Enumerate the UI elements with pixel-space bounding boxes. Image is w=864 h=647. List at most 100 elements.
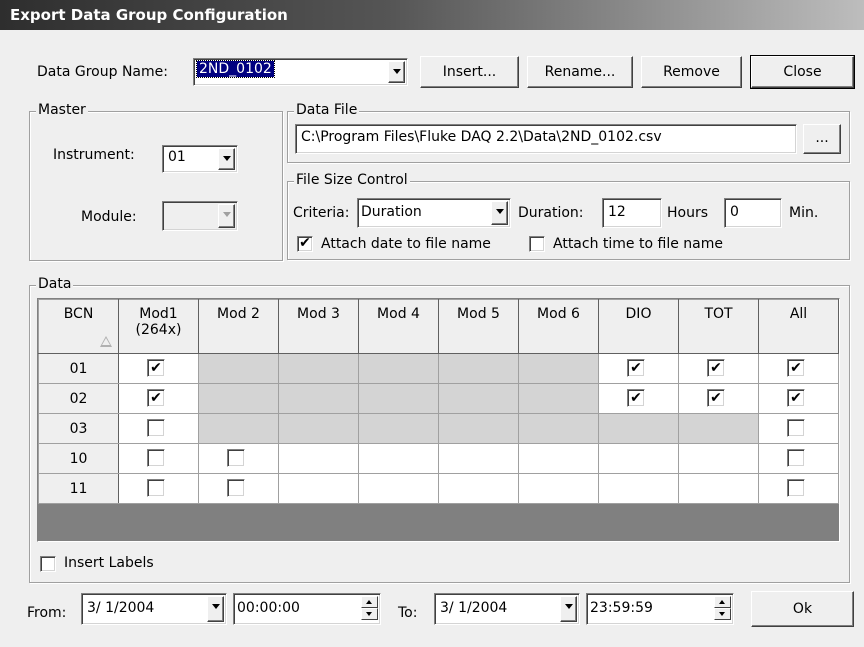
minutes-input[interactable]: 0 [724, 198, 782, 228]
column-header[interactable]: Mod 5 [438, 299, 519, 354]
grid-cell [678, 413, 759, 444]
grid-checkbox[interactable] [787, 419, 805, 437]
grid-checkbox[interactable] [227, 479, 245, 497]
grid-cell[interactable] [598, 473, 679, 504]
master-group: Master [29, 102, 283, 261]
ok-button[interactable]: Ok [751, 591, 854, 627]
column-header[interactable]: Mod 6 [518, 299, 599, 354]
grid-cell[interactable] [198, 473, 279, 504]
data-file-path-input[interactable]: C:\Program Files\Fluke DAQ 2.2\Data\2ND_… [295, 124, 797, 154]
grid-checkbox[interactable]: ✔ [147, 359, 165, 377]
column-header[interactable]: Mod 4 [358, 299, 439, 354]
attach-time-checkbox[interactable] [529, 236, 545, 252]
data-group-name-select[interactable]: 2ND_0102 [193, 58, 408, 86]
insert-labels-checkbox[interactable] [40, 556, 56, 572]
calendar-dropdown-icon[interactable] [207, 596, 224, 622]
chevron-down-icon[interactable] [491, 201, 508, 225]
hours-value: 12 [608, 204, 626, 220]
column-header-label: Mod 3 [297, 306, 340, 322]
spin-up-icon[interactable] [361, 596, 378, 608]
grid-cell[interactable] [118, 413, 199, 444]
chevron-down-icon[interactable] [388, 61, 405, 83]
column-header[interactable]: All [758, 299, 839, 354]
close-button[interactable]: Close [750, 55, 855, 89]
grid-checkbox[interactable]: ✔ [707, 389, 725, 407]
grid-cell[interactable]: ✔ [758, 353, 839, 384]
grid-checkbox[interactable] [787, 479, 805, 497]
row-header-bcn: 01 [38, 353, 119, 384]
grid-cell[interactable] [198, 443, 279, 474]
master-group-title: Master [36, 102, 88, 118]
grid-checkbox[interactable] [147, 449, 165, 467]
grid-checkbox[interactable] [227, 449, 245, 467]
grid-cell[interactable] [758, 413, 839, 444]
column-header[interactable]: DIO [598, 299, 679, 354]
grid-cell[interactable] [358, 443, 439, 474]
calendar-dropdown-icon[interactable] [560, 596, 577, 622]
grid-cell[interactable] [438, 473, 519, 504]
column-header[interactable]: BCN [38, 299, 119, 354]
duration-label: Duration: [518, 205, 584, 221]
remove-button[interactable]: Remove [641, 56, 742, 88]
hours-input[interactable]: 12 [602, 198, 662, 228]
grid-checkbox[interactable] [147, 479, 165, 497]
grid-checkbox[interactable]: ✔ [787, 389, 805, 407]
chevron-down-icon[interactable] [218, 148, 235, 170]
grid-cell[interactable] [678, 443, 759, 474]
to-date-picker[interactable]: 3/ 1/2004 [434, 593, 580, 625]
rename-button[interactable]: Rename... [527, 56, 633, 88]
grid-cell[interactable] [118, 443, 199, 474]
instrument-value: 01 [168, 149, 186, 165]
spin-up-icon[interactable] [714, 596, 731, 608]
grid-cell[interactable]: ✔ [678, 383, 759, 414]
grid-cell[interactable]: ✔ [598, 353, 679, 384]
column-header[interactable]: Mod 2 [198, 299, 279, 354]
column-header-label: All [789, 306, 808, 322]
to-time-spinner[interactable]: 23:59:59 [586, 593, 734, 625]
grid-cell [358, 353, 439, 384]
data-grid: BCN Mod1 (264x) Mod 2 Mod 3 Mod 4 Mod 5 Mod 6 D… [37, 298, 840, 542]
grid-cell [198, 413, 279, 444]
data-group-title: Data [36, 276, 74, 292]
spin-down-icon[interactable] [714, 608, 731, 620]
column-header-label: Mod 5 [457, 306, 500, 322]
criteria-select[interactable]: Duration [357, 198, 511, 228]
from-time-spinner[interactable]: 00:00:00 [233, 593, 381, 625]
grid-cell [438, 353, 519, 384]
column-header[interactable]: TOT [678, 299, 759, 354]
grid-checkbox[interactable]: ✔ [627, 359, 645, 377]
from-date-picker[interactable]: 3/ 1/2004 [81, 593, 227, 625]
browse-button[interactable]: ... [803, 124, 841, 154]
grid-checkbox[interactable]: ✔ [707, 359, 725, 377]
grid-cell[interactable] [278, 443, 359, 474]
attach-date-checkbox[interactable]: ✔ [297, 236, 313, 252]
grid-cell[interactable]: ✔ [758, 383, 839, 414]
grid-cell[interactable]: ✔ [598, 383, 679, 414]
grid-cell[interactable] [758, 473, 839, 504]
column-header[interactable]: Mod 3 [278, 299, 359, 354]
column-header[interactable]: Mod1 (264x) [118, 299, 199, 354]
grid-cell[interactable] [118, 473, 199, 504]
spin-down-icon[interactable] [361, 608, 378, 620]
grid-cell[interactable] [758, 443, 839, 474]
grid-checkbox[interactable] [787, 449, 805, 467]
grid-cell[interactable] [438, 443, 519, 474]
grid-cell[interactable]: ✔ [118, 383, 199, 414]
grid-checkbox[interactable]: ✔ [147, 389, 165, 407]
grid-cell[interactable] [278, 473, 359, 504]
to-label: To: [398, 605, 418, 621]
grid-cell[interactable] [518, 473, 599, 504]
grid-cell[interactable] [518, 443, 599, 474]
grid-cell[interactable]: ✔ [118, 353, 199, 384]
grid-cell [598, 413, 679, 444]
grid-cell[interactable] [598, 443, 679, 474]
grid-cell[interactable]: ✔ [678, 353, 759, 384]
grid-cell[interactable] [358, 473, 439, 504]
instrument-select[interactable]: 01 [162, 145, 238, 173]
grid-checkbox[interactable]: ✔ [627, 389, 645, 407]
grid-checkbox[interactable] [147, 419, 165, 437]
grid-cell [438, 383, 519, 414]
insert-button[interactable]: Insert... [420, 56, 519, 88]
grid-cell[interactable] [678, 473, 759, 504]
grid-checkbox[interactable]: ✔ [787, 359, 805, 377]
